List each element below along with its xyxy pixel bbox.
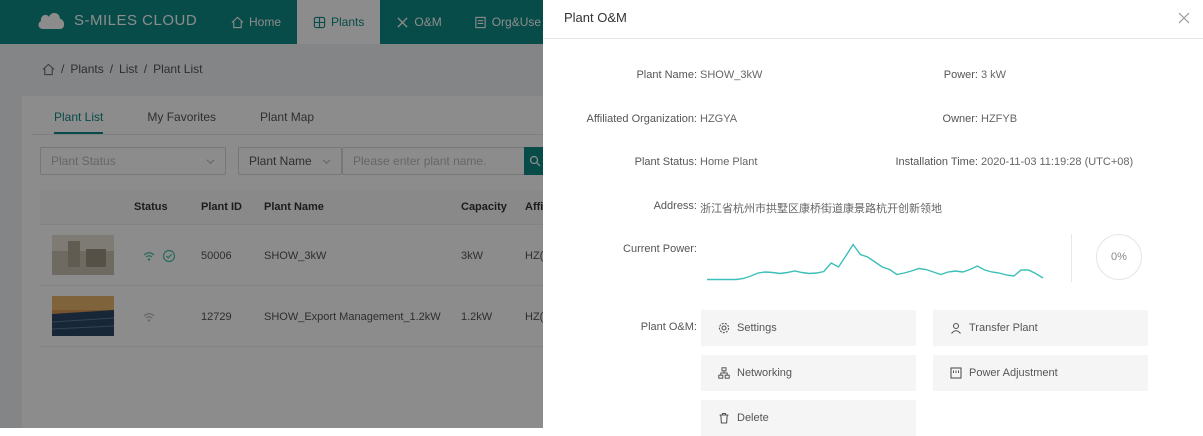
power-label: Power: [943, 69, 978, 81]
power-percentage-ring: 0% [1096, 234, 1142, 280]
power-value: 3 kW [981, 69, 1007, 81]
plant-name-value: SHOW_3kW [700, 69, 763, 81]
drawer-title: Plant O&M [564, 10, 627, 25]
settings-button[interactable]: Settings [701, 310, 916, 346]
plant-status-label: Plant Status: [634, 156, 697, 168]
owner-value: HZFYB [981, 113, 1018, 125]
owner-label: Owner: [942, 113, 978, 125]
address-label: Address: [653, 200, 697, 212]
network-icon [718, 367, 730, 379]
user-icon [951, 322, 961, 334]
installation-time-label: Installation Time: [895, 156, 978, 168]
delete-label: Delete [737, 412, 769, 424]
close-icon[interactable] [1178, 12, 1190, 24]
transfer-plant-button[interactable]: Transfer Plant [933, 310, 1148, 346]
power-adjustment-button[interactable]: Power Adjustment [933, 355, 1148, 391]
plant-om-label: Plant O&M: [640, 321, 697, 333]
networking-button[interactable]: Networking [701, 355, 916, 391]
address-value: 浙江省杭州市拱墅区康桥街道康景路杭开创新领地 [700, 203, 942, 215]
affiliated-organization-label: Affiliated Organization: [586, 113, 697, 125]
networking-label: Networking [737, 367, 793, 379]
current-power-sparkline [707, 243, 1044, 281]
delete-button[interactable]: Delete [701, 400, 916, 436]
settings-label: Settings [737, 322, 777, 334]
power-adjustment-icon [950, 367, 962, 379]
installation-time-value: 2020-11-03 11:19:28 (UTC+08) [981, 156, 1134, 168]
current-power-label: Current Power: [623, 243, 697, 255]
plant-om-drawer: Plant O&M Plant Name: SHOW_3kW Power: 3 … [543, 0, 1203, 436]
drawer-header-divider [543, 38, 1203, 39]
trash-icon [719, 412, 729, 424]
plant-status-value: Home Plant [700, 156, 758, 168]
plant-name-label: Plant Name: [636, 69, 697, 81]
gear-icon [718, 322, 730, 334]
chart-separator [1071, 234, 1072, 282]
modal-mask[interactable] [0, 0, 543, 428]
affiliated-organization-value: HZGYA [700, 113, 738, 125]
sparkline-series-line [707, 243, 1044, 281]
power-adjustment-label: Power Adjustment [969, 367, 1058, 379]
transfer-plant-label: Transfer Plant [969, 322, 1038, 334]
